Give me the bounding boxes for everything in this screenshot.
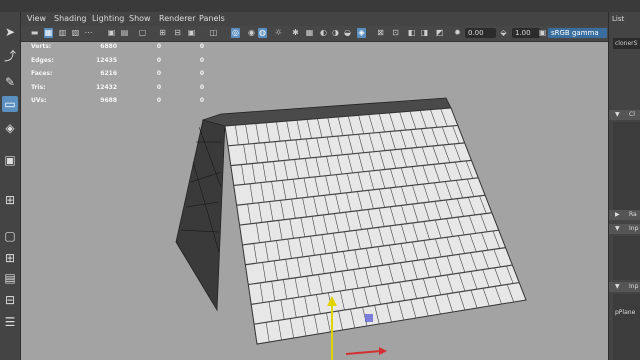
- xray-icon[interactable]: ◈: [357, 28, 366, 38]
- menu-show[interactable]: Show: [129, 14, 151, 23]
- panel-menu-bar: View Shading Lighting Show Renderer Pane…: [21, 12, 608, 26]
- safe-title-icon[interactable]: ▣: [187, 28, 196, 38]
- textured-icon[interactable]: ◍: [258, 28, 267, 38]
- film-gate-icon[interactable]: ▣: [107, 28, 116, 38]
- safe-action-icon[interactable]: ⊟: [173, 28, 182, 38]
- field-chart-icon[interactable]: ⊞: [158, 28, 167, 38]
- outliner-icon[interactable]: ☰: [2, 314, 18, 330]
- section-random[interactable]: ▶ Ra: [609, 210, 640, 220]
- grease-pencil-icon[interactable]: ◩: [435, 28, 444, 38]
- smooth-shade-icon[interactable]: ◎: [231, 28, 240, 38]
- gate-mask-icon[interactable]: ▢: [138, 28, 147, 38]
- menu-shading[interactable]: Shading: [54, 14, 87, 23]
- node-name-field[interactable]: clonerS: [613, 38, 640, 49]
- collapse-triangle-icon: ▼: [615, 283, 620, 290]
- hud-icon[interactable]: ◨: [420, 28, 429, 38]
- shadows-icon[interactable]: ✱: [291, 28, 300, 38]
- section-label: Ra: [629, 211, 637, 218]
- xray-joints-icon[interactable]: ⊠: [376, 28, 385, 38]
- depth-of-field-icon[interactable]: ◒: [343, 28, 352, 38]
- exposure-field[interactable]: 0.00: [465, 28, 496, 38]
- paint-tool-icon[interactable]: ✎: [2, 74, 18, 90]
- roof-tile-mesh[interactable]: [21, 42, 608, 360]
- section-label: Inp: [629, 283, 639, 290]
- snap-icon[interactable]: ⊞: [2, 192, 18, 208]
- camera-attributes-icon[interactable]: ▦: [44, 28, 53, 38]
- expand-triangle-icon: ▶: [615, 211, 620, 218]
- wireframe-on-shaded-icon[interactable]: ◉: [247, 28, 256, 38]
- isolate-icon[interactable]: ◧: [407, 28, 416, 38]
- select-tool-icon[interactable]: ➤: [2, 24, 18, 40]
- panel-toolbar: ▬ ▦ ▥ ▧ ⋯ ▣ ▤ ▢ ⊞ ⊟ ▣ ◫ ◎ ◉ ◍ ☼ ✱ ▦ ◐ ◑ …: [21, 26, 608, 42]
- window-title-strip: [0, 0, 640, 12]
- scale-tool-icon[interactable]: ▣: [2, 152, 18, 168]
- section-label: Inp: [629, 225, 639, 232]
- exposure-icon[interactable]: ✹: [453, 28, 462, 38]
- ambient-occlusion-icon[interactable]: ▦: [305, 28, 314, 38]
- layout-grid-icon[interactable]: ⊞: [2, 250, 18, 266]
- menu-lighting[interactable]: Lighting: [92, 14, 124, 23]
- motion-blur-icon[interactable]: ◐: [319, 28, 328, 38]
- view-transform-dropdown[interactable]: sRGB gamma: [548, 28, 607, 38]
- gamma-icon[interactable]: ⬙: [499, 28, 508, 38]
- menu-panels[interactable]: Panels: [199, 14, 225, 23]
- section-label: Cl: [629, 111, 635, 118]
- move-tool-icon[interactable]: ▭: [2, 96, 18, 112]
- collapse-triangle-icon: ▼: [615, 225, 620, 232]
- section-body: [613, 294, 640, 360]
- input-node-item[interactable]: pPlane: [615, 309, 635, 316]
- tool-shelf: ➤ ⤴ ✎ ▭ ◈ ▣ ⊞ ▢ ⊞ ▤ ⊟ ☰: [0, 12, 21, 360]
- backface-icon[interactable]: ⊡: [391, 28, 400, 38]
- bookmark-icon[interactable]: ▥: [58, 28, 67, 38]
- wireframe-icon[interactable]: ◫: [209, 28, 218, 38]
- section-body: [613, 122, 640, 212]
- image-plane-icon[interactable]: ▧: [71, 28, 80, 38]
- lights-icon[interactable]: ☼: [274, 28, 283, 38]
- collapse-triangle-icon: ▼: [615, 111, 620, 118]
- attribute-editor-panel: List clonerS ▼ Cl ▶ Ra ▼ Inp ▼ Inp pPlan…: [608, 12, 640, 360]
- tab-list[interactable]: List: [612, 15, 624, 23]
- section-body: [613, 236, 640, 280]
- layout-four-icon[interactable]: ⊟: [2, 292, 18, 308]
- section-input-2[interactable]: ▼ Inp: [609, 282, 640, 292]
- viewport-3d[interactable]: Verts: 6880 0 0 Edges: 12435 0 0 Faces: …: [21, 42, 608, 360]
- rotate-tool-icon[interactable]: ◈: [2, 120, 18, 136]
- camera-icon[interactable]: ▬: [30, 28, 39, 38]
- lasso-tool-icon[interactable]: ⤴: [2, 48, 18, 64]
- menu-view[interactable]: View: [27, 14, 46, 23]
- gamma-field[interactable]: 1.00: [512, 28, 540, 38]
- section-cloner[interactable]: ▼ Cl: [609, 110, 640, 120]
- section-input[interactable]: ▼ Inp: [609, 224, 640, 234]
- layout-split-icon[interactable]: ▤: [2, 270, 18, 286]
- multisample-icon[interactable]: ◑: [331, 28, 340, 38]
- menu-renderer[interactable]: Renderer: [159, 14, 196, 23]
- layout-single-icon[interactable]: ▢: [2, 228, 18, 244]
- grid-icon[interactable]: ⋯: [84, 28, 93, 38]
- color-management-icon[interactable]: ▣: [538, 28, 547, 38]
- resolution-gate-icon[interactable]: ▤: [120, 28, 129, 38]
